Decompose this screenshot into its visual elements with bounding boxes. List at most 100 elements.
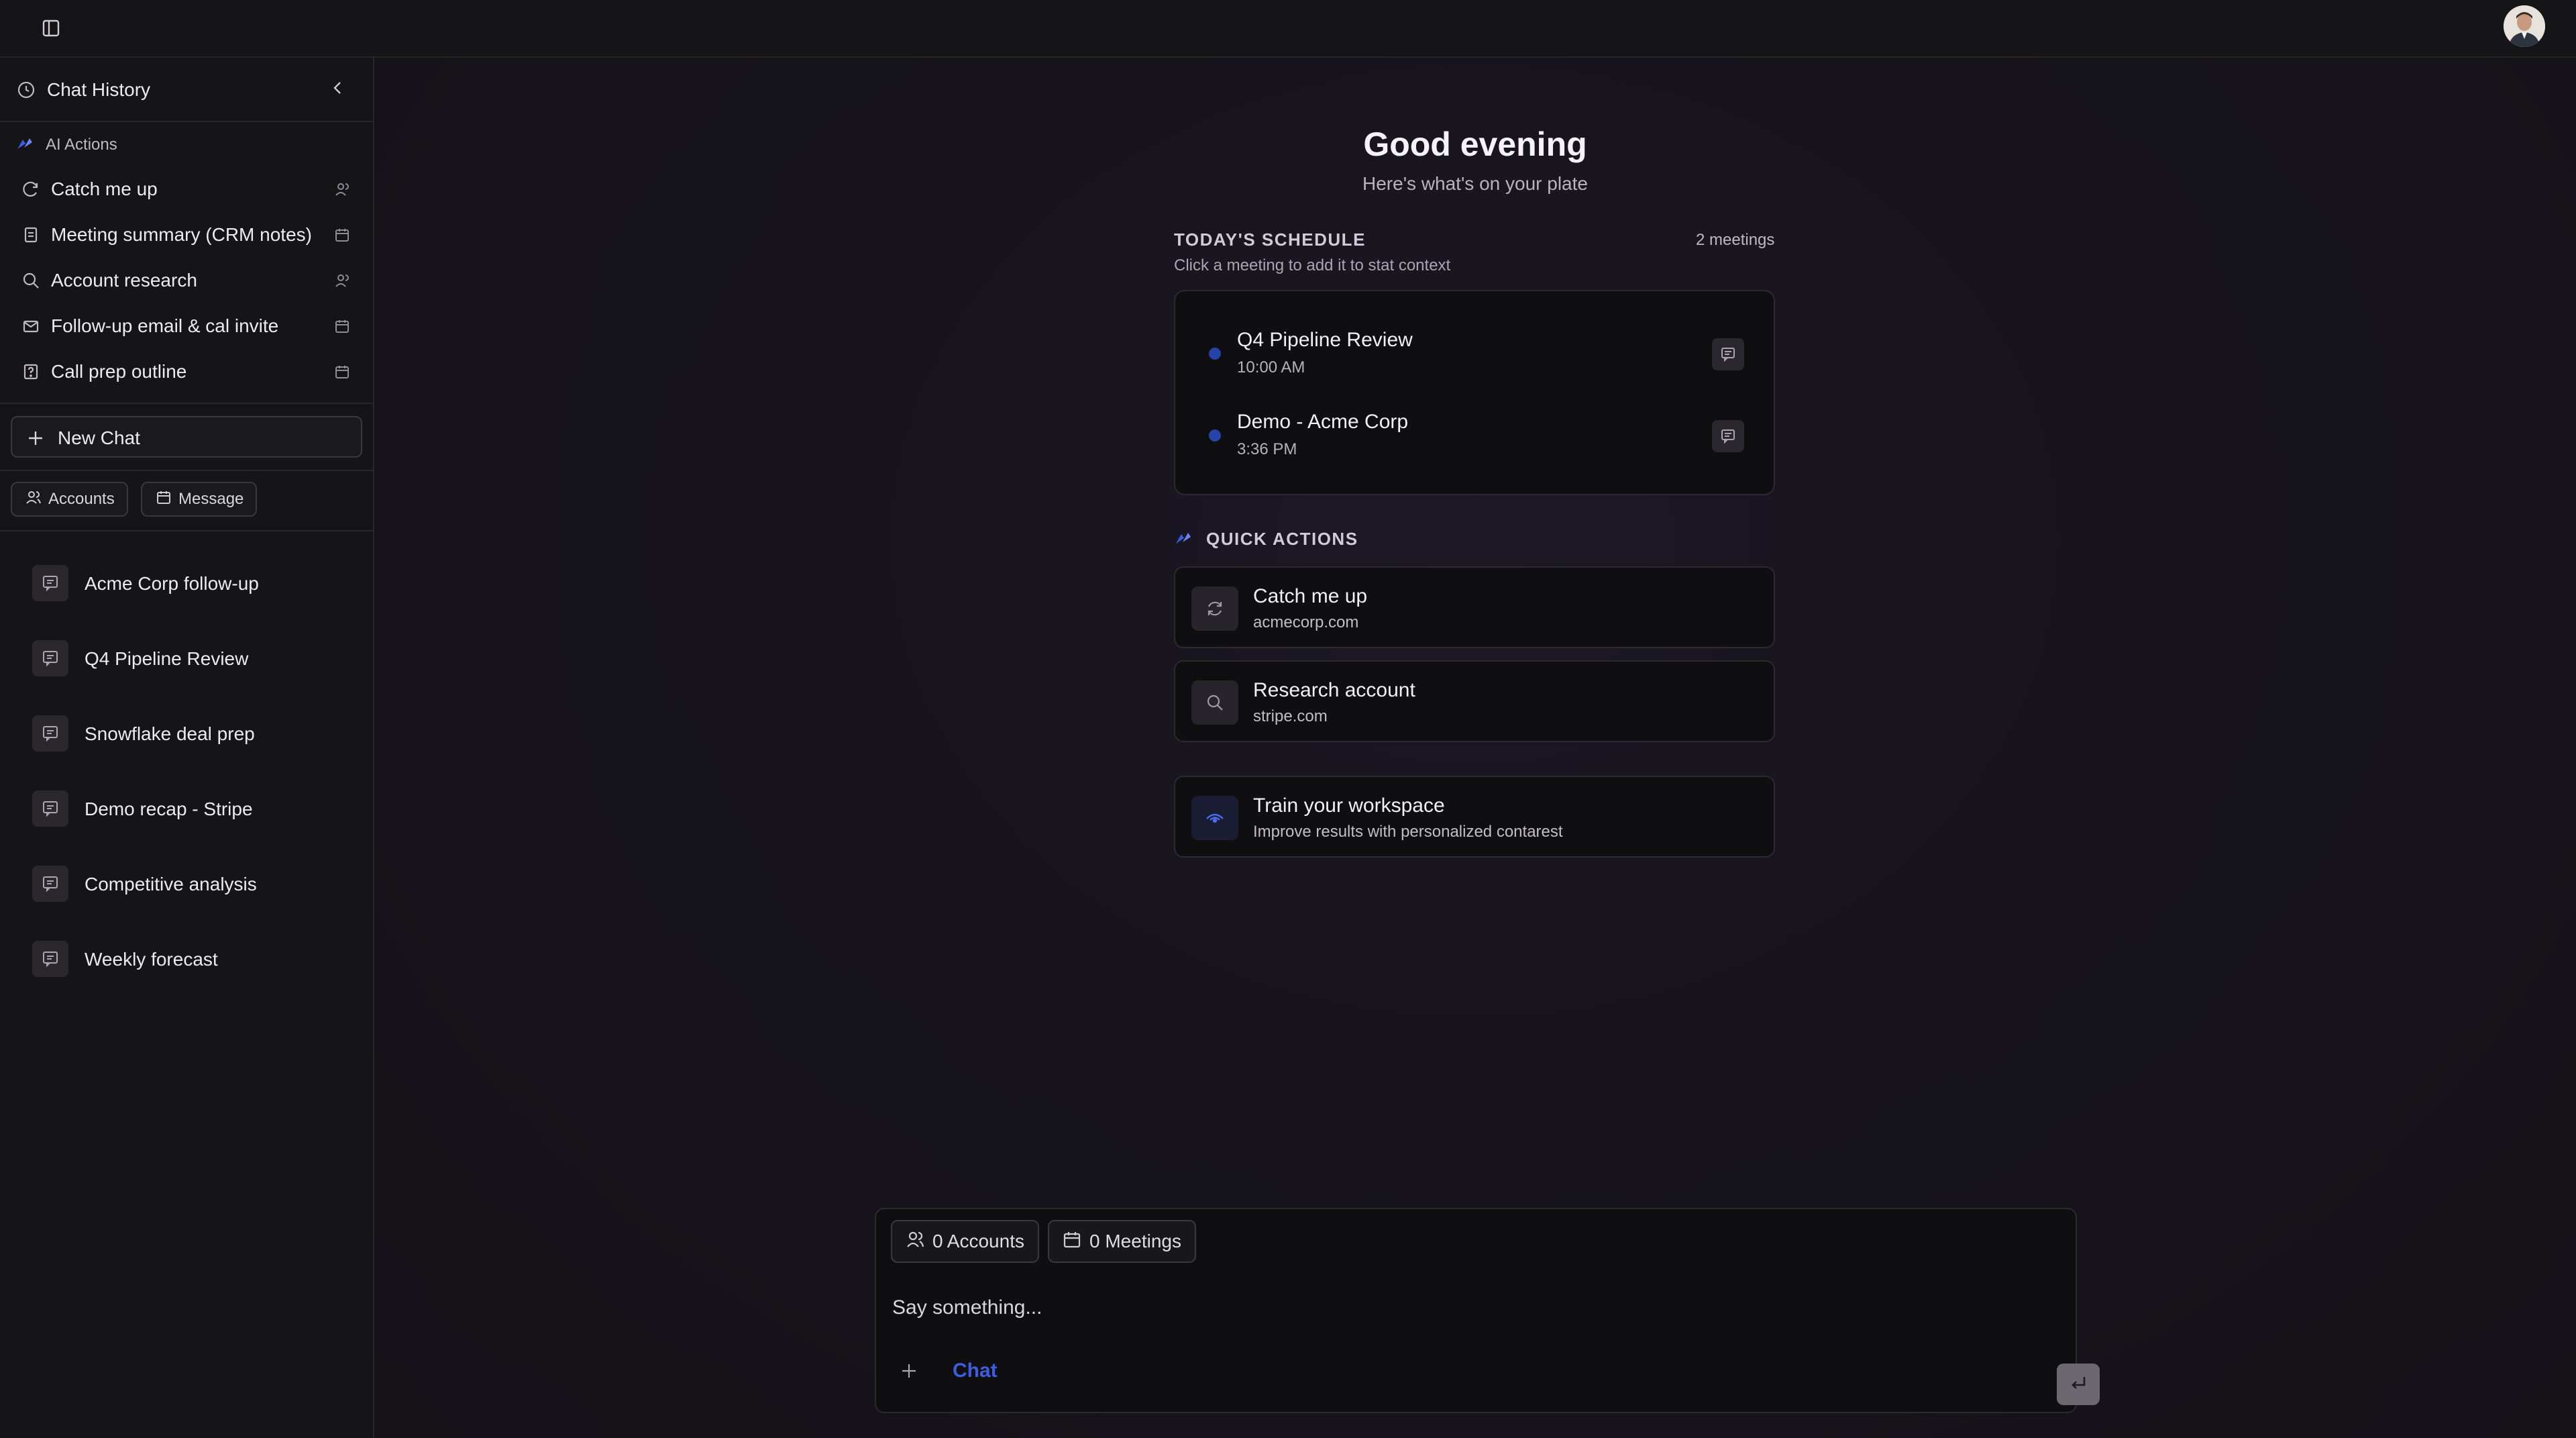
meeting-count: 2 meetings [1696,231,1775,249]
chat-bubble-icon [32,715,68,752]
sidebar: Chat History AI Actions Catch me up Meet… [0,58,374,1438]
refresh-icon [1191,586,1238,631]
sidebar-header: Chat History [0,58,373,122]
sparkle-icon [15,134,35,158]
calendar-icon [156,489,172,510]
meeting-time: 10:00 AM [1237,358,1305,376]
filter-accounts-button[interactable]: Accounts [11,482,128,517]
calendar-icon [334,227,350,246]
action-label: Account research [51,270,197,291]
mail-icon [21,317,40,339]
users-icon [25,489,42,510]
schedule-subtitle: Click a meeting to add it to stat contex… [1174,256,1451,274]
meetings-context-label: 0 Meetings [1089,1231,1181,1251]
calendar-icon [334,364,350,383]
calendar-icon [1063,1230,1081,1253]
quick-action-catch-me-up[interactable]: Catch me up acmecorp.com [1174,566,1775,648]
history-item-label: Demo recap - Stripe [85,799,253,819]
users-icon [334,272,350,292]
chat-mode-button[interactable]: Chat [953,1359,998,1382]
meeting-time: 3:36 PM [1237,440,1297,458]
quick-action-subtitle: Improve results with personalized contar… [1253,823,1563,841]
document-icon [21,225,40,248]
history-item[interactable]: Competitive analysis [32,863,354,903]
calendar-icon [334,318,350,338]
meeting-name: Q4 Pipeline Review [1237,329,1413,351]
history-item-label: Competitive analysis [85,874,257,894]
quick-action-research-account[interactable]: Research account stripe.com [1174,660,1775,742]
sidebar-divider [0,530,373,531]
action-label: Catch me up [51,178,158,199]
top-bar [0,0,2576,58]
plus-icon [27,429,44,450]
meeting-item[interactable]: Q4 Pipeline Review 10:00 AM [1175,318,1774,392]
ai-action-meeting-summary[interactable]: Meeting summary (CRM notes) [9,215,365,254]
new-chat-label: New Chat [58,427,140,448]
meeting-dot [1209,348,1221,360]
history-item[interactable]: Demo recap - Stripe [32,788,354,828]
sparkle-icon [1174,527,1194,551]
quick-action-title: Catch me up [1253,585,1368,607]
meetings-context-button[interactable]: 0 Meetings [1048,1220,1196,1263]
history-item-label: Weekly forecast [85,949,218,970]
ai-action-call-prep[interactable]: Call prep outline [9,352,365,391]
user-icon [334,181,350,201]
schedule-title: TODAY'S SCHEDULE [1174,229,1366,250]
eye-icon [1191,796,1238,840]
action-label: Follow-up email & cal invite [51,315,279,336]
sidebar-title: Chat History [47,79,151,100]
chat-bubble-icon [32,640,68,676]
greeting-subtitle: Here's what's on your plate [1362,173,1588,194]
greeting-title: Good evening [1363,125,1587,163]
chat-bubble-icon[interactable] [1712,420,1744,452]
quick-actions-title: QUICK ACTIONS [1206,529,1358,549]
history-item-label: Q4 Pipeline Review [85,648,249,669]
history-item-label: Acme Corp follow-up [85,573,259,594]
plus-icon[interactable] [899,1361,919,1384]
refresh-icon [21,180,40,202]
ai-action-account-research[interactable]: Account research [9,260,365,299]
history-icon [16,80,36,103]
quick-action-title: Research account [1253,679,1415,701]
help-icon [21,362,40,384]
filter-message-button[interactable]: Message [141,482,258,517]
ai-action-catch-me-up[interactable]: Catch me up [9,169,365,208]
history-item[interactable]: Q4 Pipeline Review [32,637,354,678]
history-item[interactable]: Acme Corp follow-up [32,562,354,603]
meeting-dot [1209,429,1221,442]
sidebar-divider [0,403,373,404]
quick-action-title: Train your workspace [1253,794,1445,817]
filter-accounts-label: Accounts [48,490,115,508]
accounts-context-button[interactable]: 0 Accounts [891,1220,1039,1263]
history-item-label: Snowflake deal prep [85,723,255,744]
search-icon [1191,680,1238,725]
train-workspace-card[interactable]: Train your workspace Improve results wit… [1174,776,1775,858]
chat-bubble-icon [32,941,68,977]
chat-bubble-icon [32,866,68,902]
quick-action-subtitle: acmecorp.com [1253,613,1359,631]
quick-action-subtitle: stripe.com [1253,707,1328,725]
action-label: Meeting summary (CRM notes) [51,224,312,245]
meeting-name: Demo - Acme Corp [1237,411,1409,433]
sidebar-divider [0,470,373,471]
action-label: Call prep outline [51,361,187,382]
chat-bubble-icon [32,565,68,601]
send-button[interactable] [2057,1364,2100,1405]
ai-actions-label: AI Actions [46,136,117,154]
message-input[interactable] [891,1291,1897,1325]
accounts-context-label: 0 Accounts [932,1231,1024,1251]
user-avatar[interactable] [2504,5,2545,47]
meeting-item[interactable]: Demo - Acme Corp 3:36 PM [1175,400,1774,474]
users-icon [906,1230,924,1253]
sidebar-toggle-icon[interactable] [38,15,64,42]
new-chat-button[interactable]: New Chat [11,416,362,458]
ai-action-follow-up-email[interactable]: Follow-up email & cal invite [9,306,365,345]
chat-bubble-icon [32,790,68,827]
search-icon [21,271,40,293]
chat-bubble-icon[interactable] [1712,338,1744,370]
history-item[interactable]: Weekly forecast [32,938,354,978]
enter-icon [2068,1372,2089,1397]
chevron-left-icon[interactable] [327,78,347,101]
history-item[interactable]: Snowflake deal prep [32,713,354,753]
filter-message-label: Message [178,490,244,508]
